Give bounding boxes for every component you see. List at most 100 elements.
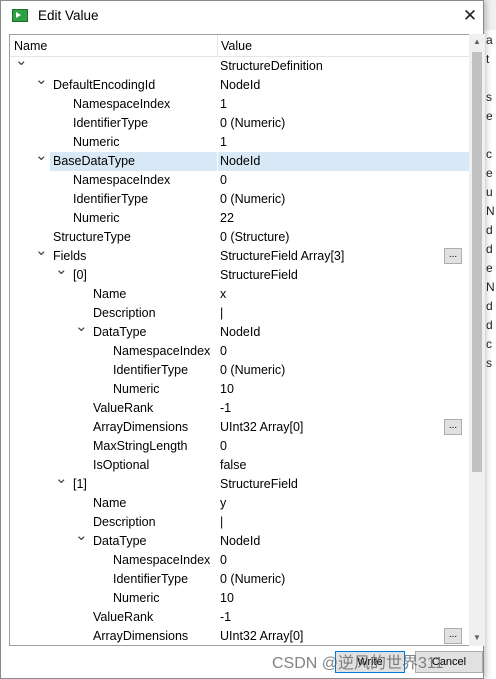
tree-row[interactable]: Name x [10, 285, 470, 304]
vertical-scrollbar[interactable]: ▲ ▼ [469, 34, 485, 646]
tree-row[interactable]: IdentifierType 0 (Numeric) [10, 114, 470, 133]
ellipsis-edit-button[interactable]: ... [444, 248, 462, 264]
name-cell: ValueRank [10, 399, 217, 418]
value-cell[interactable]: x [218, 285, 470, 304]
tree-row[interactable]: Numeric 22 [10, 209, 470, 228]
tree-row[interactable]: ValueRank -1 [10, 608, 470, 627]
value-cell[interactable]: -1 [218, 399, 470, 418]
column-separator[interactable] [217, 35, 218, 56]
value-cell[interactable]: UInt32 Array[0] [218, 627, 470, 645]
value-cell[interactable]: 0 [218, 171, 470, 190]
tree-row[interactable]: ⌄ DataType NodeId [10, 319, 470, 342]
value-cell[interactable]: StructureField [218, 266, 470, 285]
value-cell[interactable]: StructureField [218, 475, 470, 494]
write-button[interactable]: Write [335, 651, 405, 673]
tree-row[interactable]: StructureType 0 (Structure) [10, 228, 470, 247]
value-cell[interactable]: 0 [218, 342, 470, 361]
value-cell[interactable]: NodeId [218, 323, 470, 342]
tree-row[interactable]: IdentifierType 0 (Numeric) [10, 361, 470, 380]
value-cell[interactable]: | [218, 304, 470, 323]
value-cell[interactable]: 0 [218, 437, 470, 456]
scroll-up-arrow-icon[interactable]: ▲ [469, 34, 485, 50]
value-cell[interactable]: -1 [218, 608, 470, 627]
value-cell[interactable]: 0 (Numeric) [218, 570, 470, 589]
value-cell[interactable]: 22 [218, 209, 470, 228]
value-cell[interactable]: 10 [218, 380, 470, 399]
tree-row[interactable]: ValueRank -1 [10, 399, 470, 418]
tree-row[interactable]: NamespaceIndex 0 [10, 171, 470, 190]
column-header-name[interactable]: Name [14, 39, 47, 53]
name-cell: NamespaceIndex [10, 171, 217, 190]
value-cell[interactable]: NodeId [218, 76, 470, 95]
value-cell[interactable]: 1 [218, 133, 470, 152]
row-value: y [220, 496, 227, 510]
tree-row[interactable]: NamespaceIndex 1 [10, 95, 470, 114]
value-cell[interactable]: y [218, 494, 470, 513]
name-cell: ⌄ Fields [10, 243, 217, 266]
value-cell[interactable]: false [218, 456, 470, 475]
value-cell[interactable]: 0 (Numeric) [218, 114, 470, 133]
tree-row[interactable]: ⌄ DefaultEncodingId NodeId [10, 72, 470, 95]
tree-row[interactable]: ⌄ DataType NodeId [10, 528, 470, 551]
background-text-fragment: N [486, 204, 495, 218]
value-cell[interactable]: 0 (Structure) [218, 228, 470, 247]
tree-row[interactable]: Numeric 1 [10, 133, 470, 152]
cancel-button[interactable]: Cancel [415, 651, 483, 673]
chevron-down-icon[interactable]: ⌄ [15, 53, 28, 69]
tree-row[interactable]: NamespaceIndex 0 [10, 342, 470, 361]
tree-row[interactable]: ArrayDimensions UInt32 Array[0]... [10, 418, 470, 437]
tree-row[interactable]: MaxStringLength 0 [10, 437, 470, 456]
value-cell[interactable]: StructureField Array[3] [218, 247, 470, 266]
tree-row[interactable]: ⌄ BaseDataType NodeId [10, 148, 470, 171]
tree-row[interactable]: ⌄ Fields StructureField Array[3]... [10, 243, 470, 266]
value-cell[interactable]: 0 [218, 551, 470, 570]
title-bar[interactable]: Edit Value ✕ [1, 1, 483, 31]
background-text-fragment: t [486, 52, 490, 66]
tree-row[interactable]: IsOptional false [10, 456, 470, 475]
value-tree[interactable]: Name Value ⌄ StructureDefinition ⌄ DefaultE… [9, 34, 471, 646]
name-cell: Description [10, 304, 217, 323]
ellipsis-edit-button[interactable]: ... [444, 419, 462, 435]
column-header-value[interactable]: Value [221, 39, 252, 53]
tree-row[interactable]: ArrayDimensions UInt32 Array[0]... [10, 627, 470, 645]
edit-value-dialog: Edit Value ✕ Name Value ⌄ StructureDefini… [0, 0, 485, 679]
tree-row[interactable]: ⌄ StructureDefinition [10, 53, 470, 76]
value-cell[interactable]: 10 [218, 589, 470, 608]
close-icon[interactable]: ✕ [457, 3, 483, 29]
tree-row[interactable]: ⌄ [1] StructureField [10, 471, 470, 494]
scroll-down-arrow-icon[interactable]: ▼ [469, 630, 485, 646]
value-cell[interactable]: StructureDefinition [218, 57, 470, 76]
row-value: 0 (Numeric) [220, 192, 286, 206]
scroll-thumb[interactable] [472, 52, 482, 472]
row-name: IdentifierType [113, 363, 189, 377]
chevron-down-icon[interactable]: ⌄ [35, 72, 48, 88]
row-value: 1 [220, 135, 227, 149]
row-name: Name [93, 287, 127, 301]
row-value: StructureField [220, 477, 298, 491]
background-text-fragment: e [486, 166, 493, 180]
value-cell[interactable]: UInt32 Array[0] [218, 418, 470, 437]
tree-row[interactable]: Name y [10, 494, 470, 513]
chevron-down-icon[interactable]: ⌄ [55, 262, 68, 278]
chevron-down-icon[interactable]: ⌄ [35, 148, 48, 164]
chevron-down-icon[interactable]: ⌄ [75, 319, 88, 335]
value-cell[interactable]: 1 [218, 95, 470, 114]
chevron-down-icon[interactable]: ⌄ [75, 528, 88, 544]
ellipsis-edit-button[interactable]: ... [444, 628, 462, 644]
tree-row[interactable]: Numeric 10 [10, 380, 470, 399]
tree-row[interactable]: NamespaceIndex 0 [10, 551, 470, 570]
tree-row[interactable]: IdentifierType 0 (Numeric) [10, 570, 470, 589]
tree-row[interactable]: Numeric 10 [10, 589, 470, 608]
value-cell[interactable]: 0 (Numeric) [218, 190, 470, 209]
value-cell[interactable]: | [218, 513, 470, 532]
row-value: 0 (Numeric) [220, 363, 286, 377]
row-name: DataType [93, 534, 147, 548]
value-cell[interactable]: NodeId [218, 532, 470, 551]
value-cell[interactable]: 0 (Numeric) [218, 361, 470, 380]
tree-row[interactable]: IdentifierType 0 (Numeric) [10, 190, 470, 209]
row-value: 1 [220, 97, 227, 111]
tree-row[interactable]: ⌄ [0] StructureField [10, 262, 470, 285]
chevron-down-icon[interactable]: ⌄ [55, 471, 68, 487]
value-cell[interactable]: NodeId [218, 152, 470, 171]
chevron-down-icon[interactable]: ⌄ [35, 243, 48, 259]
